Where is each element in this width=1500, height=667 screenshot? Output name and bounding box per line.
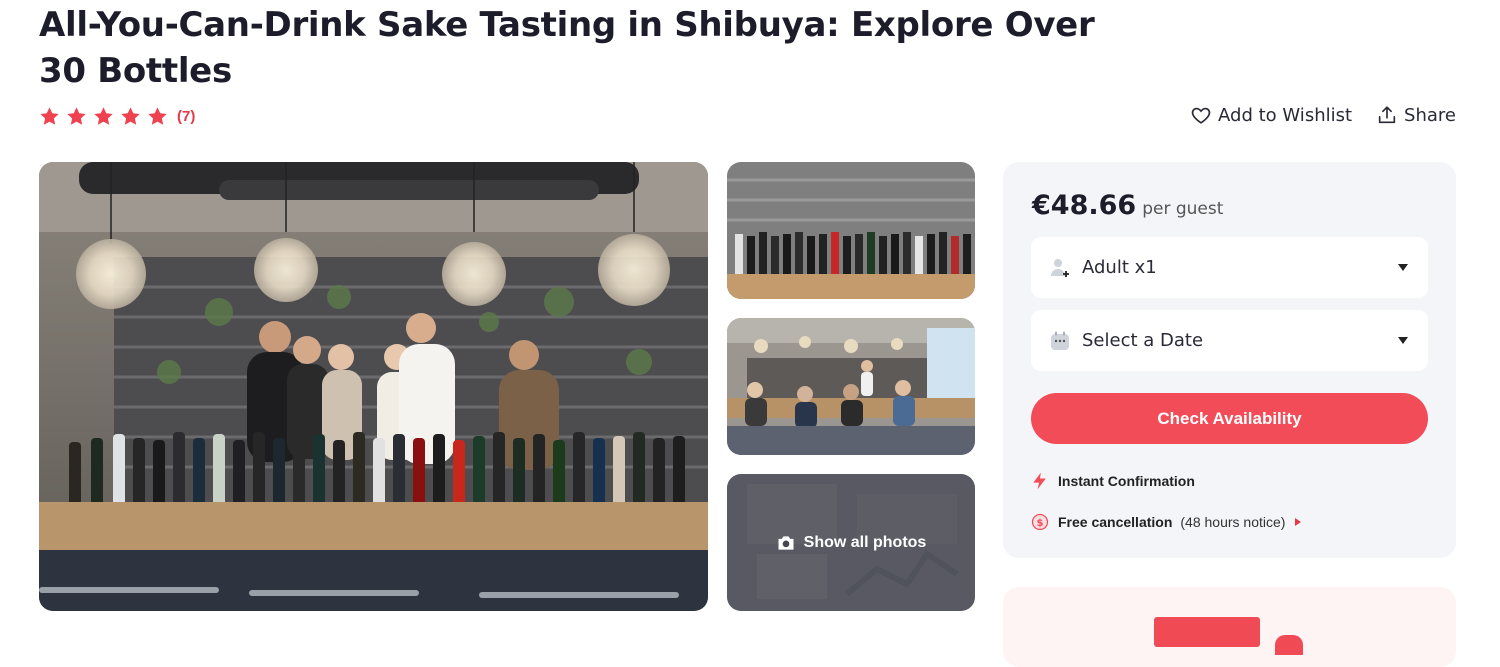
calendar-icon <box>1051 331 1069 350</box>
star-icon <box>94 107 113 125</box>
price-row: €48.66 per guest <box>1032 190 1223 221</box>
gallery-thumbnail-2[interactable] <box>727 318 975 455</box>
user-plus-icon <box>1051 258 1069 277</box>
dollar-icon: $ <box>1031 513 1049 531</box>
booking-panel: €48.66 per guest Adult x1 Select a Date … <box>1003 162 1456 558</box>
star-icon <box>67 107 86 125</box>
chevron-right-icon <box>1295 518 1302 526</box>
promo-logo <box>1154 617 1260 647</box>
instant-confirmation-label: Instant Confirmation <box>1058 473 1195 489</box>
gallery-thumbnail-1[interactable] <box>727 162 975 299</box>
check-availability-button[interactable]: Check Availability <box>1031 393 1428 444</box>
review-count-link[interactable]: (7) <box>177 108 195 125</box>
page-actions: Add to Wishlist Share <box>1190 104 1456 126</box>
share-label: Share <box>1404 104 1456 126</box>
sake-bottles-shelf-photo <box>727 162 975 299</box>
share-icon <box>1378 106 1396 124</box>
camera-icon <box>778 535 794 550</box>
guests-select[interactable]: Adult x1 <box>1031 237 1428 298</box>
gallery-thumbnail-3[interactable]: Show all photos <box>727 474 975 611</box>
instant-confirmation: Instant Confirmation <box>1030 471 1195 491</box>
star-icon <box>121 107 140 125</box>
caret-down-icon <box>1398 264 1408 271</box>
show-all-photos-button[interactable]: Show all photos <box>727 474 975 611</box>
sake-bar-group-photo <box>39 162 708 611</box>
svg-text:$: $ <box>1037 518 1044 529</box>
caret-down-icon <box>1398 337 1408 344</box>
free-cancellation[interactable]: $ Free cancellation (48 hours notice) <box>1030 512 1302 532</box>
star-icon <box>148 107 167 125</box>
page-title: All-You-Can-Drink Sake Tasting in Shibuy… <box>39 5 1095 91</box>
date-select[interactable]: Select a Date <box>1031 310 1428 371</box>
star-icon <box>40 107 59 125</box>
bolt-icon <box>1033 472 1046 490</box>
wishlist-label: Add to Wishlist <box>1218 104 1353 126</box>
free-cancellation-label: Free cancellation <box>1058 514 1173 530</box>
guests-value: Adult x1 <box>1082 257 1157 278</box>
main-photo[interactable] <box>39 162 708 611</box>
cancellation-note: (48 hours notice) <box>1180 514 1286 530</box>
tasting-room-guests-photo <box>727 318 975 455</box>
promo-card <box>1003 587 1456 667</box>
heart-icon <box>1191 107 1211 124</box>
per-guest-label: per guest <box>1142 199 1224 219</box>
show-all-photos-label: Show all photos <box>803 533 927 551</box>
add-to-wishlist-button[interactable]: Add to Wishlist <box>1190 104 1352 126</box>
share-button[interactable]: Share <box>1376 104 1456 126</box>
promo-logo-mark <box>1275 635 1303 655</box>
price: €48.66 <box>1032 190 1137 221</box>
rating: (7) <box>38 105 195 128</box>
date-value: Select a Date <box>1082 330 1204 351</box>
